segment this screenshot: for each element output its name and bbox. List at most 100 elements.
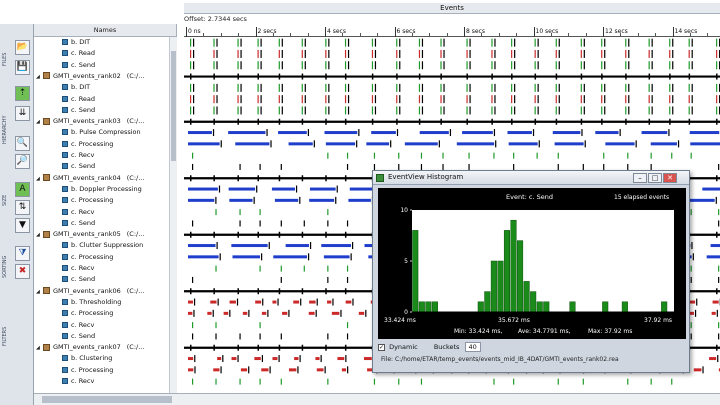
event-name: c. Send — [71, 275, 96, 284]
zoom-out-icon[interactable]: 🔎 — [15, 154, 30, 169]
open-folder-icon[interactable]: 📂 — [15, 40, 30, 55]
process-event-tick — [648, 118, 651, 125]
scrollbar-thumb[interactable] — [42, 396, 172, 403]
event-span — [229, 300, 236, 304]
expand-toggle-icon[interactable]: ◢ — [36, 174, 43, 185]
event-row[interactable]: c. Recv — [62, 207, 94, 218]
event-row[interactable]: c. Recv — [62, 376, 94, 387]
process-event-tick — [278, 344, 281, 351]
filter-clear-icon[interactable]: ✖ — [15, 264, 30, 279]
process-row[interactable]: ◢ GMTI_events_rank05 (C:/... — [36, 229, 144, 240]
event-span — [188, 131, 212, 135]
event-mark — [514, 83, 516, 92]
process-row[interactable]: ◢ GMTI_events_rank06 (C:/... — [36, 286, 144, 297]
event-type-icon — [62, 39, 68, 45]
event-row[interactable]: c. Read — [62, 48, 95, 59]
horizontal-scrollbar[interactable] — [34, 393, 720, 405]
expand-toggle-icon[interactable]: ◢ — [36, 117, 43, 128]
hierarchy-collapse-icon[interactable]: ⇊ — [15, 106, 30, 121]
histogram-titlebar[interactable]: EventView Histogram – □ ✕ — [373, 171, 689, 185]
process-row[interactable]: ◢ GMTI_events_rank07 (C:/... — [36, 342, 144, 353]
histogram-window[interactable]: EventView Histogram – □ ✕ Event: c. Send… — [372, 170, 690, 373]
process-event-tick — [669, 118, 671, 125]
process-event-tick — [716, 288, 718, 295]
event-row[interactable]: c. Processing — [62, 308, 113, 319]
process-row[interactable]: ◢ GMTI_events_rank02 (C:/... — [36, 71, 144, 82]
process-icon — [43, 117, 50, 125]
minimize-button[interactable]: – — [633, 173, 647, 183]
zoom-in-icon[interactable]: 🔍 — [15, 136, 30, 151]
event-type-icon — [62, 321, 68, 328]
event-row[interactable]: c. Processing — [62, 195, 113, 206]
event-row[interactable]: b. Clustering — [62, 353, 112, 364]
event-mark — [468, 152, 470, 159]
maximize-button[interactable]: □ — [648, 173, 662, 183]
hierarchy-up-icon[interactable]: ⇡ — [15, 86, 30, 101]
expand-toggle-icon[interactable]: ◢ — [36, 343, 43, 354]
event-row[interactable]: c. Processing — [62, 139, 113, 150]
event-mark — [466, 83, 468, 92]
event-row[interactable]: c. Recv — [62, 320, 94, 331]
event-span — [552, 131, 581, 135]
names-vertical-scrollbar[interactable] — [169, 37, 177, 393]
ruler-minor-tick — [272, 33, 274, 36]
event-span — [366, 142, 390, 146]
event-row[interactable]: c. Send — [62, 161, 95, 172]
event-span — [327, 300, 332, 304]
process-row[interactable]: ◢ GMTI_events_rank03 (C:/... — [36, 116, 144, 127]
process-icon — [43, 174, 50, 182]
event-mark — [583, 83, 585, 92]
event-row[interactable]: c. Send — [62, 331, 95, 342]
process-event-tick — [601, 73, 603, 80]
expand-toggle-icon[interactable]: ◢ — [36, 230, 43, 241]
sort-asc-icon[interactable]: A — [15, 182, 30, 197]
dynamic-checkbox[interactable]: ✓ — [378, 343, 385, 351]
process-event-tick — [237, 73, 239, 80]
save-icon[interactable]: 💾 — [15, 60, 30, 75]
event-span — [289, 368, 297, 372]
event-mark — [691, 61, 693, 70]
process-name: GMTI_events_rank06 — [53, 286, 121, 295]
event-mark — [558, 83, 560, 92]
event-mark — [261, 253, 263, 261]
sort-dropdown-icon[interactable]: ▼ — [15, 218, 30, 233]
filter-icon[interactable]: ⧩ — [15, 246, 30, 261]
event-row[interactable]: c. Processing — [62, 365, 113, 376]
sort-order-icon[interactable]: ⇅ — [15, 200, 30, 215]
close-button[interactable]: ✕ — [663, 173, 677, 183]
event-mark — [669, 83, 671, 92]
event-row[interactable]: b. Thresholding — [62, 297, 121, 308]
buckets-spinbox[interactable]: 40 — [464, 342, 481, 352]
scrollbar-thumb[interactable] — [171, 51, 176, 161]
event-mark — [648, 83, 650, 92]
process-row[interactable]: ◢ GMTI_events_rank04 (C:/... — [36, 173, 144, 184]
event-name: c. Recv — [71, 151, 95, 159]
event-type-icon — [62, 219, 68, 226]
event-row[interactable]: c. Recv — [62, 263, 94, 274]
event-row[interactable]: c. Send — [62, 105, 95, 116]
event-row[interactable]: b. Clutter Suppression — [62, 240, 143, 251]
event-mark — [421, 95, 424, 104]
event-row[interactable]: c. Send — [62, 60, 95, 71]
names-column-header[interactable]: Names — [34, 24, 177, 37]
event-row[interactable]: b. DIT — [62, 37, 90, 48]
expand-toggle-icon[interactable]: ◢ — [36, 287, 43, 298]
process-event-tick — [344, 118, 347, 125]
event-row[interactable]: b. DIT — [62, 82, 90, 93]
event-row[interactable]: b. Pulse Compression — [62, 127, 141, 138]
event-name: c. Recv — [71, 264, 95, 272]
event-row[interactable]: c. Send — [62, 218, 95, 229]
event-mark — [396, 106, 398, 115]
event-span — [507, 131, 532, 135]
event-mark — [347, 106, 350, 115]
event-row[interactable]: c. Processing — [62, 252, 113, 263]
process-event-tick — [669, 73, 671, 80]
expand-toggle-icon[interactable]: ◢ — [36, 72, 43, 83]
process-name: GMTI_events_rank03 — [53, 117, 121, 126]
event-row[interactable]: b. Doppler Processing — [62, 184, 142, 195]
event-row[interactable]: c. Recv — [62, 150, 94, 161]
event-row[interactable]: c. Send — [62, 274, 95, 285]
event-row[interactable]: c. Read — [62, 94, 95, 105]
event-name: c. Send — [71, 105, 96, 114]
event-mark — [648, 38, 650, 47]
